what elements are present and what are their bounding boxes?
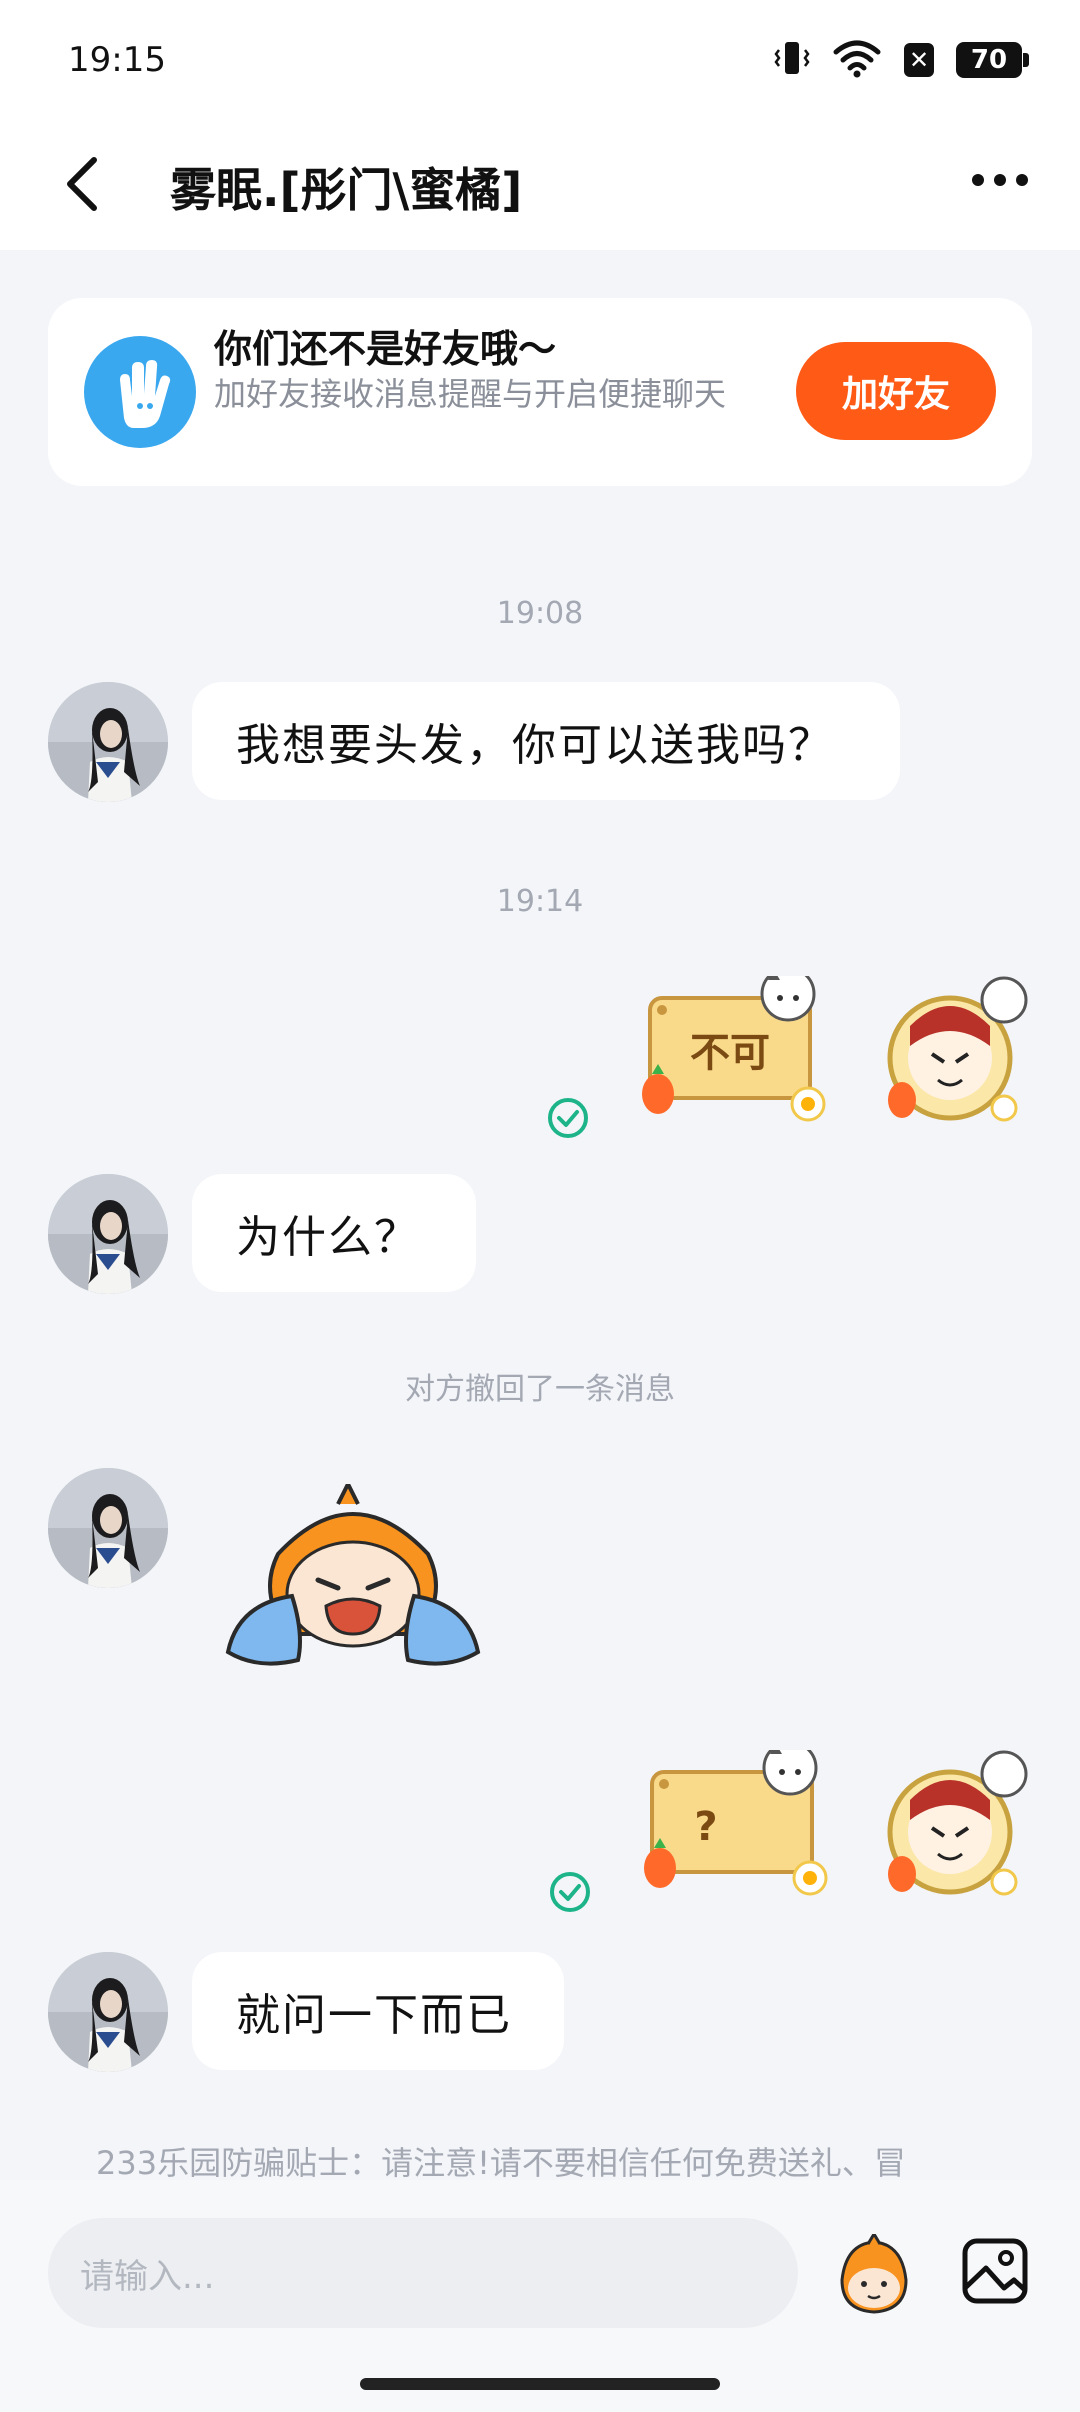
timestamp: 19:14	[496, 884, 584, 919]
status-icons: ✕ 70	[774, 38, 1029, 82]
wave-hand-icon	[84, 336, 196, 448]
sticker-no[interactable]: 不可	[628, 966, 838, 1126]
timestamp: 19:08	[496, 596, 584, 631]
sticker-question-text: ?	[694, 1804, 717, 1850]
emoji-mascot-icon	[840, 2231, 908, 2314]
avatar[interactable]	[48, 1174, 168, 1294]
recall-notice: 对方撤回了一条消息	[405, 1372, 675, 1407]
vibrate-icon	[774, 38, 810, 82]
chat-header: 雾眠.[彤门\蜜橘]	[0, 120, 1080, 250]
avatar[interactable]	[48, 682, 168, 802]
avatar[interactable]	[48, 1468, 168, 1588]
sticker-no-text: 不可	[690, 1030, 770, 1076]
image-picker-button[interactable]	[960, 2236, 1030, 2306]
more-button[interactable]	[970, 160, 1030, 200]
back-button[interactable]	[56, 148, 116, 218]
message-input[interactable]: 请输入...	[48, 2218, 798, 2328]
more-dots-icon	[972, 174, 1028, 186]
battery-indicator: 70	[956, 42, 1029, 78]
friend-card-title: 你们还不是好友哦～	[214, 327, 557, 371]
anti-fraud-notice: 233乐园防骗贴士：请注意!请不要相信任何免费送礼、冒	[96, 2144, 906, 2182]
friend-card-subtitle: 加好友接收消息提醒与开启便捷聊天	[214, 375, 727, 413]
message-bubble[interactable]: 为什么？	[192, 1174, 476, 1292]
no-sim-icon: ✕	[904, 43, 934, 77]
back-arrow-icon	[67, 157, 97, 211]
sticker-cat-girl[interactable]	[880, 976, 1030, 1126]
sticker-question[interactable]: ?	[630, 1740, 840, 1900]
read-check-icon	[548, 1870, 592, 1914]
status-bar: 19:15 ✕ 70	[0, 0, 1080, 120]
message-bubble[interactable]: 我想要头发，你可以送我吗？	[192, 682, 900, 800]
wifi-icon	[832, 38, 882, 82]
emoji-sticker-button[interactable]	[832, 2231, 916, 2318]
sticker-cat-girl[interactable]	[880, 1750, 1030, 1900]
message-bubble[interactable]: 就问一下而已	[192, 1952, 564, 2070]
add-friend-button[interactable]: 加好友	[796, 342, 996, 440]
read-check-icon	[546, 1096, 590, 1140]
image-icon	[962, 2238, 1028, 2304]
status-time: 19:15	[68, 40, 166, 80]
avatar[interactable]	[48, 1952, 168, 2072]
add-friend-card: 你们还不是好友哦～ 加好友接收消息提醒与开启便捷聊天 加好友	[48, 298, 1032, 486]
chat-title: 雾眠.[彤门\蜜橘]	[170, 163, 523, 217]
sticker-crying[interactable]	[218, 1479, 488, 1674]
home-indicator[interactable]	[360, 2378, 720, 2390]
